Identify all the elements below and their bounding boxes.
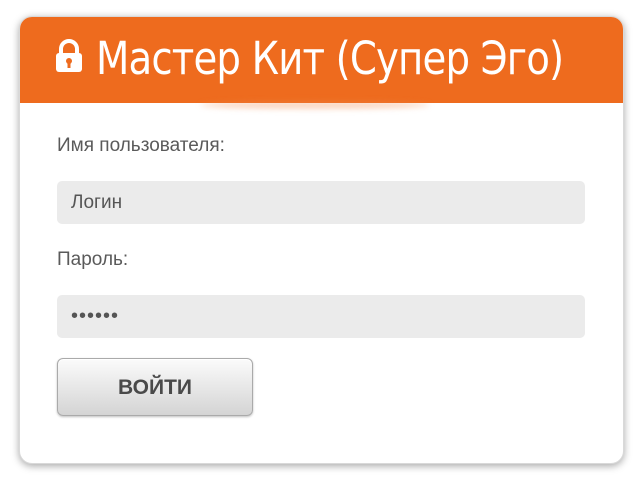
password-field[interactable]: ••••••	[57, 295, 585, 338]
password-label: Пароль:	[57, 249, 129, 270]
login-card: Мастер Кит (Супер Эго) Имя пользователя:…	[19, 16, 624, 464]
username-label: Имя пользователя:	[57, 135, 225, 156]
lock-icon	[56, 39, 82, 72]
page-title: Мастер Кит (Супер Эго)	[96, 32, 564, 85]
username-field[interactable]: Логин	[57, 181, 585, 224]
login-header: Мастер Кит (Супер Эго)	[20, 17, 623, 103]
login-button[interactable]: ВОЙТИ	[57, 358, 253, 416]
